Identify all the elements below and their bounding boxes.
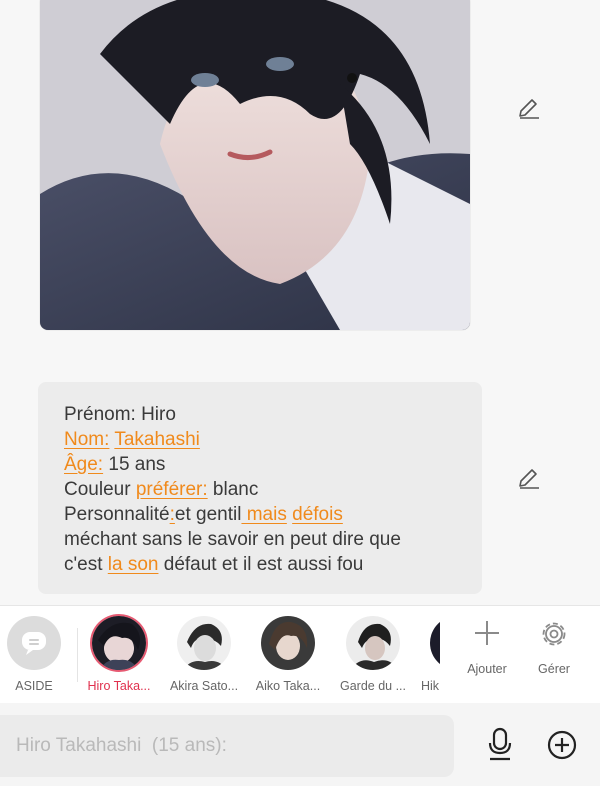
character-hiro[interactable]: Hiro Taka... xyxy=(79,616,159,693)
profile-line-5: Personnalité:et gentil mais défois xyxy=(64,504,343,525)
character-hik[interactable]: Hik xyxy=(418,616,440,693)
input-bar xyxy=(0,703,600,786)
plus-icon xyxy=(455,618,519,652)
character-name: Aiko Taka... xyxy=(255,679,321,693)
character-name: Garde du ... xyxy=(339,679,406,693)
character-name: ASIDE xyxy=(15,679,53,693)
gear-icon xyxy=(522,618,586,652)
avatar xyxy=(92,616,146,670)
microphone-icon[interactable] xyxy=(484,727,516,766)
avatar xyxy=(261,616,315,670)
add-character-button[interactable]: Ajouter xyxy=(455,618,519,676)
profile-line-1: Prénom: Hiro xyxy=(64,404,176,425)
character-aiko[interactable]: Aiko Taka... xyxy=(248,616,328,693)
character-garde[interactable]: Garde du ... xyxy=(333,616,413,693)
character-name: Akira Sato... xyxy=(169,679,239,693)
character-selector: ASIDE Hiro Taka... Akira Sato... Aiko Ta… xyxy=(0,605,600,705)
character-profile-message[interactable]: Prénom: Hiro Nom: Takahashi Âge: 15 ans … xyxy=(38,382,482,594)
image-message[interactable] xyxy=(40,0,470,330)
portrait-image xyxy=(40,0,470,330)
chat-bubble-icon xyxy=(7,616,61,670)
add-label: Ajouter xyxy=(467,662,507,676)
profile-line-7: c'est la son défaut et il est aussi fou xyxy=(64,554,364,575)
profile-line-3: Âge: 15 ans xyxy=(64,454,166,475)
profile-line-4: Couleur préférer: blanc xyxy=(64,479,259,500)
add-circle-icon[interactable] xyxy=(546,729,578,766)
avatar xyxy=(177,616,231,670)
avatar xyxy=(430,616,440,670)
divider xyxy=(77,628,78,682)
edit-pencil-icon[interactable] xyxy=(516,96,542,122)
manage-label: Gérer xyxy=(538,662,570,676)
character-aside[interactable]: ASIDE xyxy=(0,616,74,693)
message-input[interactable] xyxy=(0,715,454,777)
character-name: Hik xyxy=(421,679,440,693)
manage-button[interactable]: Gérer xyxy=(522,618,586,676)
edit-pencil-icon[interactable] xyxy=(516,466,542,492)
profile-line-6: méchant sans le savoir en peut dire que xyxy=(64,529,401,550)
profile-line-2: Nom: Takahashi xyxy=(64,429,200,450)
character-akira[interactable]: Akira Sato... xyxy=(164,616,244,693)
chat-area: Prénom: Hiro Nom: Takahashi Âge: 15 ans … xyxy=(0,0,600,605)
character-name: Hiro Taka... xyxy=(87,679,151,693)
avatar xyxy=(346,616,400,670)
